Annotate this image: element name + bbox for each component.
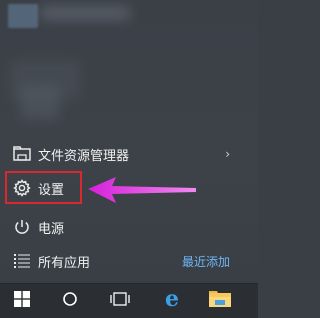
blurred-content bbox=[20, 85, 60, 120]
explorer-taskbar-button[interactable] bbox=[200, 284, 240, 318]
file-explorer-taskbar-icon bbox=[208, 290, 232, 312]
menu-item-label: 文件资源管理器 bbox=[38, 148, 130, 164]
menu-item-file-explorer[interactable]: 文件资源管理器 › bbox=[0, 139, 258, 169]
cortana-button[interactable] bbox=[50, 284, 90, 318]
edge-button[interactable]: e bbox=[152, 284, 192, 318]
recently-added-link[interactable]: 最近添加 bbox=[182, 253, 230, 270]
task-view-button[interactable] bbox=[100, 284, 140, 318]
all-apps-icon bbox=[12, 251, 32, 271]
taskbar: e bbox=[0, 283, 258, 318]
windows-start-icon bbox=[14, 291, 30, 311]
user-account[interactable] bbox=[0, 0, 258, 40]
user-avatar bbox=[8, 4, 38, 28]
highlight-box bbox=[5, 171, 82, 204]
power-icon bbox=[12, 217, 32, 237]
svg-text:e: e bbox=[165, 288, 179, 310]
start-button[interactable] bbox=[2, 284, 42, 318]
cortana-search-icon bbox=[62, 291, 78, 311]
menu-item-power[interactable]: 电源 bbox=[0, 212, 258, 242]
task-view-icon bbox=[109, 291, 131, 311]
menu-item-label: 电源 bbox=[38, 221, 65, 237]
menu-item-all-apps[interactable]: 所有应用 最近添加 bbox=[0, 246, 258, 276]
edge-browser-icon: e bbox=[161, 286, 183, 314]
menu-item-label: 所有应用 bbox=[38, 255, 91, 271]
chevron-right-icon: › bbox=[225, 147, 230, 161]
file-explorer-icon bbox=[12, 144, 32, 164]
annotation-arrow-icon bbox=[88, 177, 196, 203]
